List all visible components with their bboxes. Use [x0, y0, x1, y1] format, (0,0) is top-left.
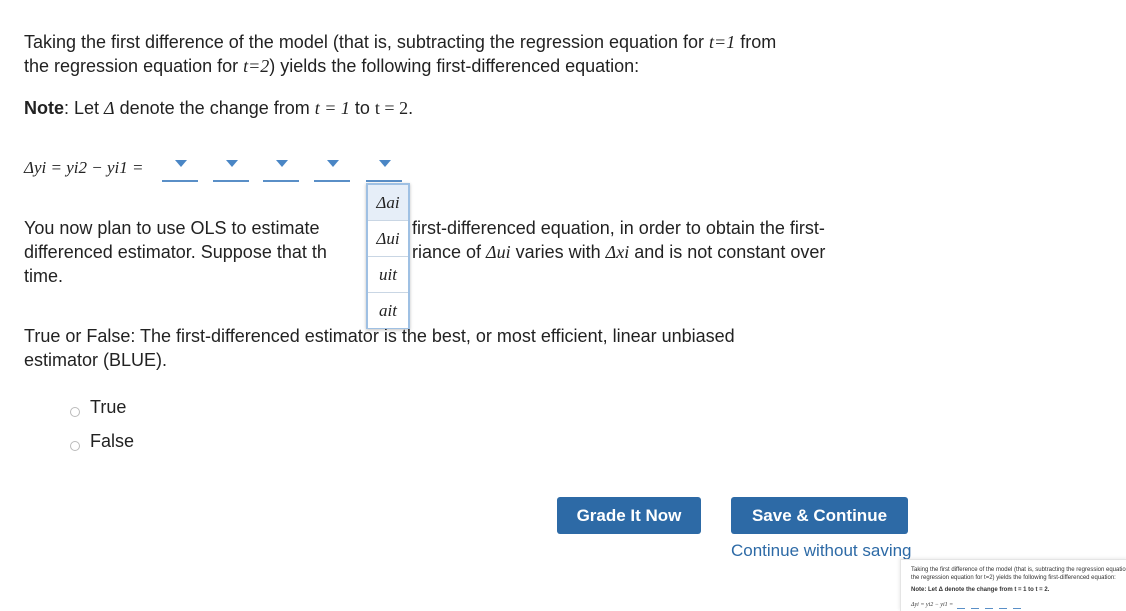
option-true-label: True — [90, 397, 127, 417]
chevron-down-icon — [226, 160, 238, 167]
note-line: Note: Let Δ denote the change from t = 1… — [24, 96, 413, 120]
thumbnail-dropdown — [957, 604, 965, 609]
radio-button[interactable] — [70, 441, 80, 452]
tf-question-line2: estimator (BLUE). — [24, 350, 168, 370]
chevron-down-icon — [276, 160, 288, 167]
delta-symbol: Δ — [104, 98, 115, 118]
note-end: . — [408, 98, 414, 118]
t1-math: t=1 — [709, 32, 736, 52]
intro-line2-text: the regression equation for — [24, 56, 244, 76]
dropdown-option[interactable]: uit — [368, 257, 408, 293]
thumbnail-text: the regression equation for t=2) yields … — [911, 575, 1116, 581]
page-thumbnail[interactable]: Taking the first difference of the model… — [900, 559, 1126, 611]
ols-text: You now plan to use OLS to estimate — [24, 218, 320, 238]
ols-paragraph-line2-right: riance of Δui varies with Δxi and is not… — [412, 240, 825, 264]
chevron-down-icon — [327, 160, 339, 167]
intro-text: Taking the first difference of the model… — [24, 32, 710, 52]
question-intro-line1: Taking the first difference of the model… — [24, 30, 776, 54]
thumbnail-dropdown — [985, 604, 993, 609]
grade-it-now-button[interactable]: Grade It Now — [557, 497, 701, 534]
question-intro-line2: the regression equation for t=2) yields … — [24, 54, 639, 78]
equation-dropdown-2[interactable] — [213, 158, 249, 182]
ols-text-2: differenced estimator. Suppose that th — [24, 242, 327, 262]
note-text-2: denote the change from — [114, 98, 315, 118]
equation-dropdown-3[interactable] — [263, 158, 299, 182]
note-t2: t = 2 — [374, 98, 409, 118]
tf-text-right: ator is the best, or most efficient, lin… — [347, 326, 735, 346]
note-t1: t = 1 — [314, 98, 350, 118]
ols-text-2c: and is not constant over — [629, 242, 826, 262]
radio-button[interactable] — [70, 407, 80, 418]
ols-text-2b: varies with — [510, 242, 606, 262]
t2-math: t=2 — [243, 56, 270, 76]
dropdown-option[interactable]: ait — [368, 293, 408, 328]
delta-u-math: Δui — [486, 242, 511, 262]
first-differenced-equation: Δyi = yi2 − yi1 = — [24, 158, 144, 177]
option-false[interactable]: False — [70, 430, 134, 452]
note-label: Note — [24, 98, 64, 118]
thumbnail-text: Taking the first difference of the model… — [911, 567, 1126, 573]
ols-paragraph-line1-right: first-differenced equation, in order to … — [412, 216, 825, 240]
thumbnail-dropdown — [1013, 604, 1021, 609]
dropdown-option[interactable]: Δai — [368, 185, 408, 221]
thumbnail-dropdown — [971, 604, 979, 609]
continue-without-saving-link[interactable]: Continue without saving — [731, 541, 921, 561]
equation-dropdown-4[interactable] — [314, 158, 350, 182]
thumbnail-text: Δyi = yi2 − yi1 = — [911, 602, 954, 608]
delta-x-math: Δxi — [605, 242, 630, 262]
thumbnail-dropdown — [999, 604, 1007, 609]
chevron-down-icon — [379, 160, 391, 167]
note-to: to — [349, 98, 375, 118]
ols-paragraph-line1: You now plan to use OLS to estimate — [24, 216, 320, 240]
tf-text: True or False: The first-differenced es — [24, 326, 324, 346]
dropdown-option[interactable]: Δui — [368, 221, 408, 257]
ols-text-right: first-differenced equation, in order to … — [412, 218, 825, 238]
note-text: : Let — [64, 98, 105, 118]
option-false-label: False — [90, 431, 135, 451]
option-true[interactable]: True — [70, 396, 126, 418]
thumbnail-text: Note: Let Δ denote the change from t = 1… — [911, 587, 1050, 593]
dropdown-menu: Δai Δui uit ait — [366, 183, 410, 329]
chevron-down-icon — [175, 160, 187, 167]
intro-line2-end: ) yields the following first-differenced… — [269, 56, 640, 76]
ols-paragraph-line3: time. — [24, 266, 64, 286]
intro-text-end: from — [735, 32, 777, 52]
ols-paragraph-line2: differenced estimator. Suppose that th — [24, 240, 327, 264]
tf-text-occluded: tim — [323, 326, 348, 346]
equation-dropdown-1[interactable] — [162, 158, 198, 182]
equation-dropdown-5[interactable] — [366, 158, 402, 182]
save-continue-button[interactable]: Save & Continue — [731, 497, 908, 534]
ols-text-2a: riance of — [412, 242, 487, 262]
